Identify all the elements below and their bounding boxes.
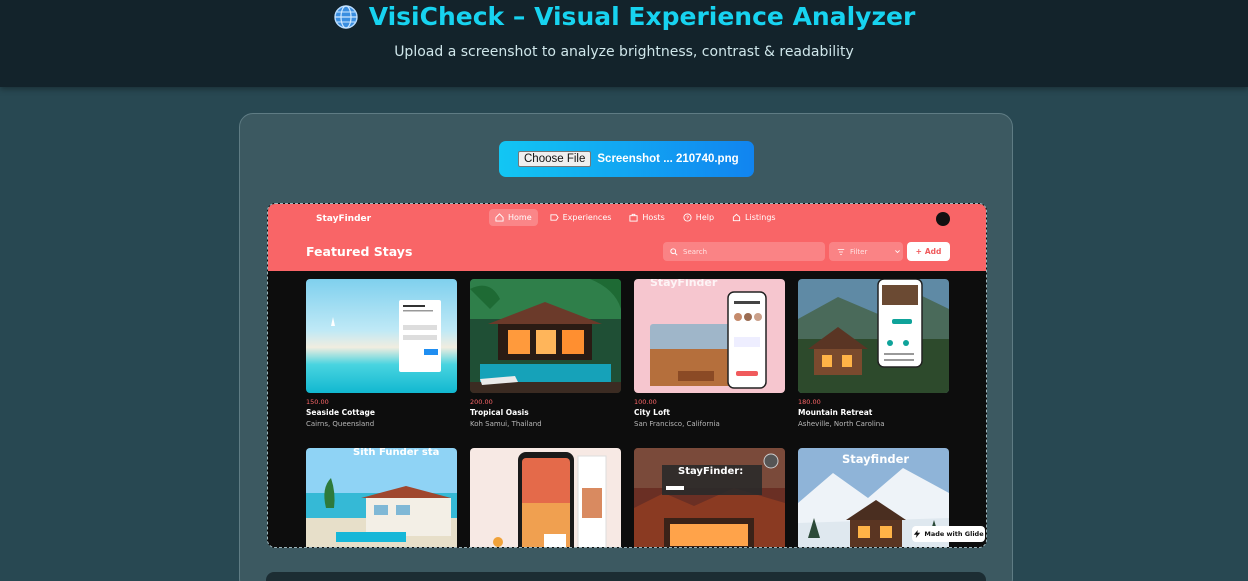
globe-icon: [334, 4, 358, 29]
nav-label: Listings: [745, 213, 776, 222]
image-caption: Stayfinder: [842, 452, 910, 466]
listing-card[interactable]: 150.00 Seaside Cottage Cairns, Queenslan…: [306, 279, 457, 428]
plus-icon: +: [915, 247, 922, 256]
image-caption: Sith Funder sta: [353, 448, 440, 458]
listing-card[interactable]: [470, 448, 621, 547]
analyzer-panel: Choose File Screenshot ... 210740.png St…: [239, 113, 1013, 581]
card-price: 200.00: [470, 398, 493, 406]
card-image: [798, 279, 949, 393]
preview-nav-home[interactable]: Home: [489, 209, 538, 226]
made-with-glide-badge[interactable]: Made with Glide: [912, 526, 985, 542]
add-label: Add: [924, 247, 942, 256]
preview-nav-help[interactable]: Help: [677, 209, 720, 226]
card-image: Sith Funder sta: [306, 448, 457, 547]
listing-card[interactable]: Sith Funder sta: [306, 448, 457, 547]
card-location: Cairns, Queensland: [306, 420, 375, 428]
preview-nav: Home Experiences Hosts Help Listings: [489, 209, 782, 226]
preview-topbar: StayFinder Home Experiences Hosts Help L…: [268, 204, 986, 271]
chevron-down-icon: [895, 250, 901, 254]
card-location: Asheville, North Carolina: [798, 420, 885, 428]
page-title: VisiCheck – Visual Experience Analyzer: [0, 2, 1248, 31]
card-title: City Loft: [634, 408, 670, 417]
tag-icon: [550, 214, 559, 221]
card-title: Mountain Retreat: [798, 408, 873, 417]
preview-logo: StayFinder: [316, 214, 372, 224]
badge-label: Made with Glide: [924, 530, 984, 538]
image-caption: StayFinder:: [678, 466, 744, 477]
card-location: Koh Samui, Thailand: [470, 420, 542, 428]
screenshot-preview: StayFinder Home Experiences Hosts Help L…: [267, 203, 987, 548]
preview-heading: Featured Stays: [306, 244, 413, 259]
card-image: StayFinder: [634, 279, 785, 393]
card-location: San Francisco, California: [634, 420, 720, 428]
selected-file-name: Screenshot ... 210740.png: [597, 153, 739, 165]
nav-label: Experiences: [562, 213, 612, 222]
image-caption: StayFinder: [650, 279, 718, 289]
listing-card[interactable]: 200.00 Tropical Oasis Koh Samui, Thailan…: [470, 279, 621, 428]
nav-label: Home: [508, 213, 532, 222]
card-title: Seaside Cottage: [306, 408, 375, 417]
app-header: VisiCheck – Visual Experience Analyzer U…: [0, 0, 1248, 87]
listing-card[interactable]: StayFinder:: [634, 448, 785, 547]
results-panel: [266, 572, 986, 581]
preview-nav-hosts[interactable]: Hosts: [623, 209, 670, 226]
choose-file-button[interactable]: Choose File: [518, 151, 592, 167]
title-text: VisiCheck – Visual Experience Analyzer: [368, 2, 916, 31]
card-title: Tropical Oasis: [470, 408, 529, 417]
bolt-icon: [914, 530, 921, 538]
preview-search-input[interactable]: Search: [663, 242, 825, 261]
search-placeholder: Search: [683, 247, 708, 256]
filter-label: Filter: [850, 247, 868, 256]
preview-add-button[interactable]: + Add: [907, 242, 950, 261]
help-icon: [683, 213, 692, 222]
preview-filter-select[interactable]: Filter: [829, 242, 903, 261]
filter-icon: [837, 248, 845, 255]
listing-card[interactable]: 180.00 Mountain Retreat Asheville, North…: [798, 279, 949, 428]
house-icon: [732, 213, 741, 222]
card-image: [306, 279, 457, 393]
nav-label: Hosts: [642, 213, 665, 222]
card-image: [470, 448, 621, 547]
nav-label: Help: [695, 213, 715, 222]
avatar[interactable]: [936, 212, 950, 226]
home-icon: [495, 213, 504, 222]
search-icon: [670, 247, 678, 256]
preview-nav-experiences[interactable]: Experiences: [544, 209, 618, 226]
page-subtitle: Upload a screenshot to analyze brightnes…: [394, 44, 854, 60]
card-price: 180.00: [798, 398, 821, 406]
card-image: [470, 279, 621, 393]
file-picker[interactable]: Choose File Screenshot ... 210740.png: [499, 141, 754, 177]
card-image: StayFinder:: [634, 448, 785, 547]
card-price: 100.00: [634, 398, 657, 406]
listing-card[interactable]: StayFinder 100.00 City Loft San Francisc…: [634, 279, 785, 428]
preview-nav-listings[interactable]: Listings: [726, 209, 782, 226]
card-price: 150.00: [306, 398, 329, 406]
briefcase-icon: [629, 213, 638, 222]
